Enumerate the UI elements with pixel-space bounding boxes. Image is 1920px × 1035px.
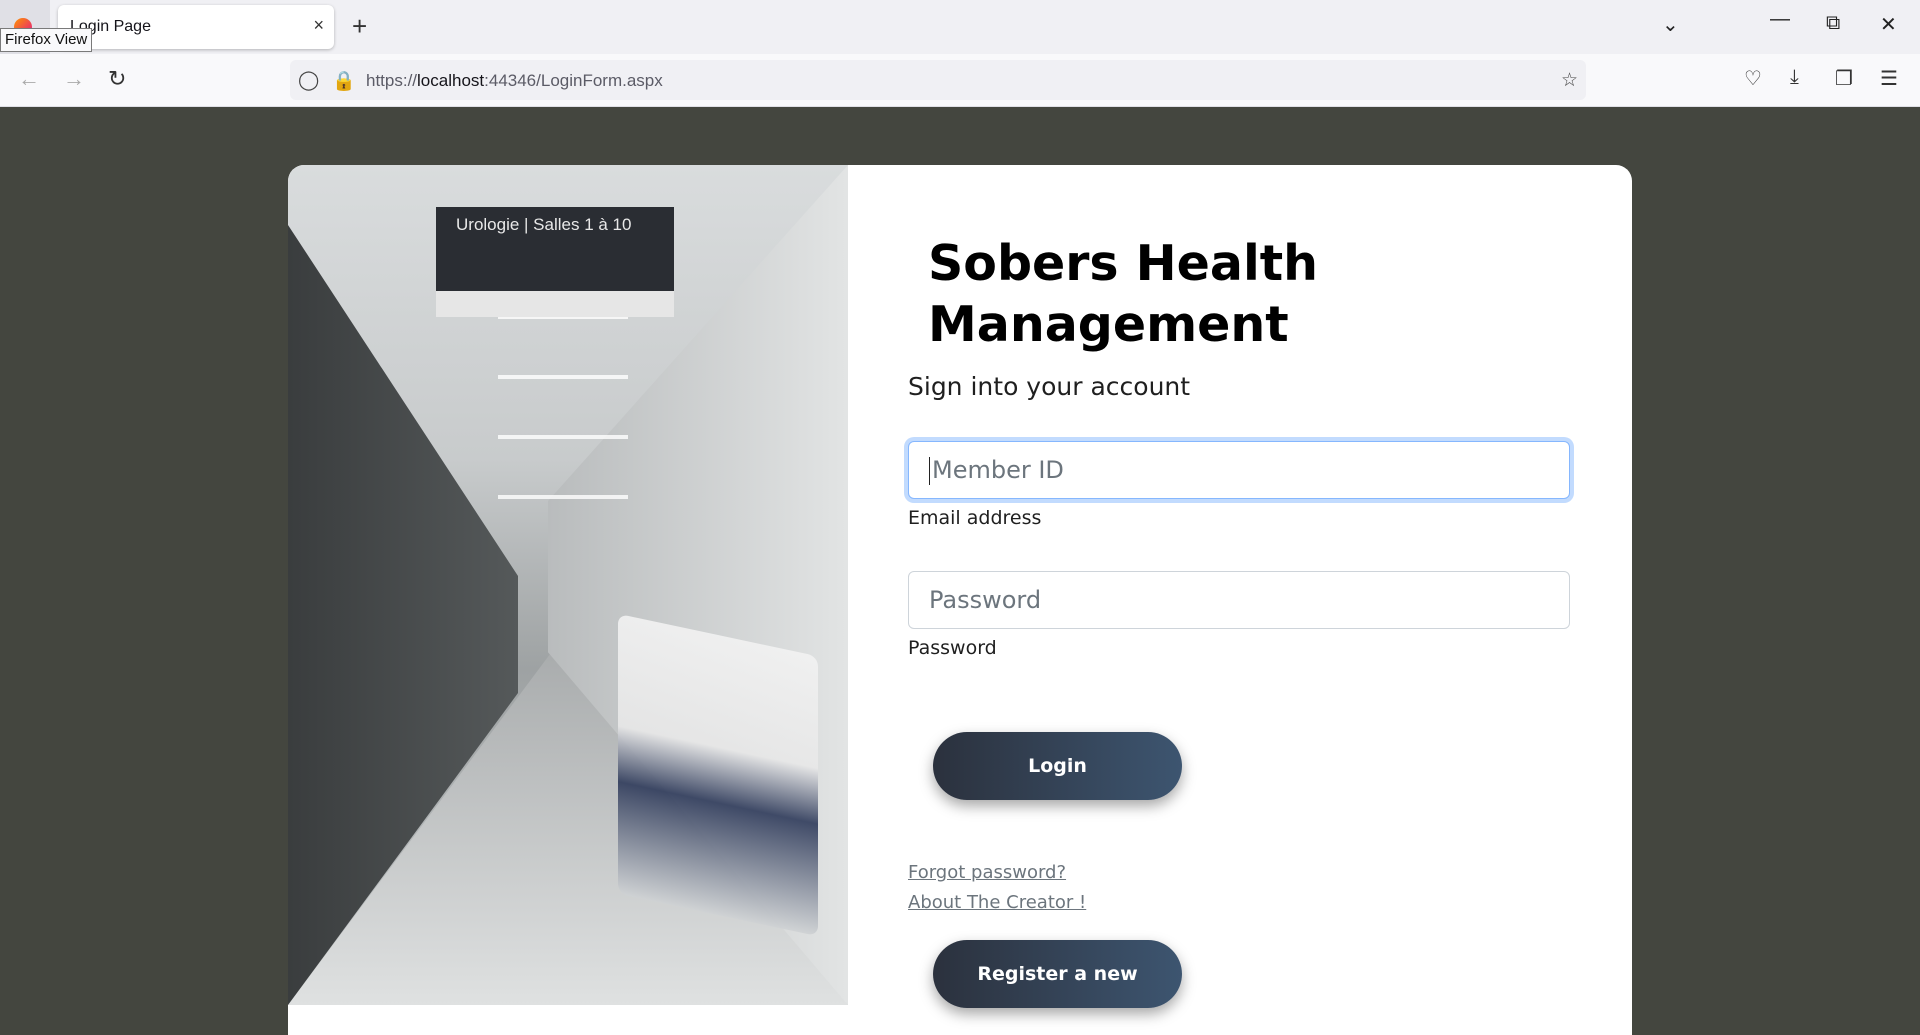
register-button[interactable]: Register a new Account — [933, 940, 1182, 1035]
password-placeholder: Password — [929, 586, 1042, 614]
reload-icon[interactable]: ↻ — [108, 66, 126, 92]
password-label: Password — [908, 637, 997, 659]
forward-icon[interactable]: → — [63, 66, 85, 92]
page-title: Sobers Health Management — [928, 235, 1319, 353]
tab-close-icon[interactable]: × — [313, 15, 324, 36]
tab-login-page[interactable]: Login Page × — [58, 5, 334, 49]
navigation-toolbar: ← → ↻ ◯ 🔒 https://localhost:44346/LoginF… — [0, 54, 1920, 107]
member-id-placeholder: Member ID — [932, 456, 1064, 484]
member-id-input[interactable]: Member ID — [908, 441, 1570, 499]
address-bar[interactable]: ◯ 🔒 https://localhost:44346/LoginForm.as… — [290, 60, 1586, 100]
hospital-gurney — [618, 613, 818, 937]
new-tab-button[interactable]: + — [352, 11, 367, 42]
login-card: Urologie | Salles 1 à 10 Sobers Health M… — [288, 165, 1632, 1035]
corridor-sign-text: Urologie | Salles 1 à 10 — [456, 215, 632, 234]
tab-strip: Firefox View Login Page × + ⌄ — ⧉ ✕ — [0, 0, 1920, 54]
download-icon[interactable]: ⤓ — [1790, 66, 1799, 89]
url-text[interactable]: https://localhost:44346/LoginForm.aspx — [366, 71, 663, 91]
url-path: :44346/LoginForm.aspx — [484, 71, 663, 90]
restore-icon[interactable]: ⧉ — [1826, 12, 1840, 35]
shield-icon[interactable]: ◯ — [298, 69, 319, 92]
sign-in-subtitle: Sign into your account — [908, 372, 1191, 401]
forgot-password-link[interactable]: Forgot password? — [908, 862, 1066, 883]
url-scheme: https:// — [366, 71, 418, 90]
about-creator-link[interactable]: About The Creator ! — [908, 892, 1086, 913]
password-input[interactable]: Password — [908, 571, 1570, 629]
minimize-icon[interactable]: — — [1770, 8, 1790, 31]
back-icon[interactable]: ← — [18, 66, 40, 92]
bookmark-star-icon[interactable]: ☆ — [1561, 69, 1578, 92]
text-caret — [929, 457, 930, 485]
login-button[interactable]: Login — [933, 732, 1182, 800]
close-window-icon[interactable]: ✕ — [1880, 12, 1897, 37]
hospital-corridor-image: Urologie | Salles 1 à 10 — [288, 165, 848, 1005]
email-address-label: Email address — [908, 507, 1042, 529]
list-all-tabs-icon[interactable]: ⌄ — [1662, 12, 1679, 37]
corridor-sign-panel — [436, 291, 674, 317]
pocket-icon[interactable]: ♡ — [1744, 66, 1762, 91]
menu-icon[interactable]: ☰ — [1880, 66, 1898, 91]
tooltip: Firefox View — [0, 28, 93, 52]
ceiling-lights — [498, 315, 628, 515]
extensions-icon[interactable]: ❐ — [1835, 66, 1853, 91]
url-host: localhost — [417, 71, 485, 90]
lock-icon[interactable]: 🔒 — [332, 69, 356, 93]
